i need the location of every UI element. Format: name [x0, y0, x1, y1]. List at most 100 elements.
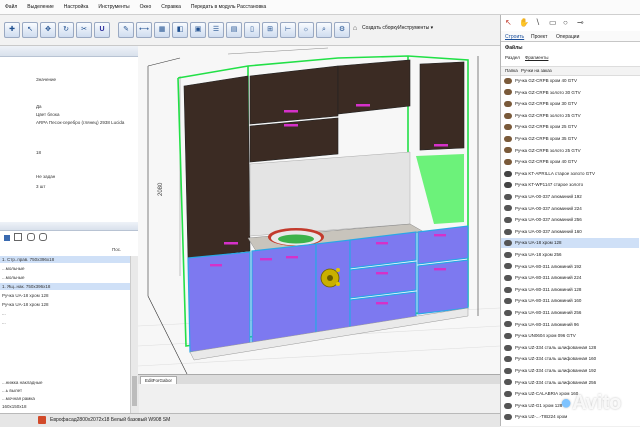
- hand-icon[interactable]: ✋: [519, 18, 529, 27]
- arrow-icon[interactable]: ↖: [505, 18, 512, 27]
- cut-icon[interactable]: ✂: [76, 22, 92, 38]
- handle-list-item[interactable]: Ручка UA-00-337 алюминий 224: [501, 204, 639, 214]
- handle-list-item[interactable]: Ручка UA-00-337 алюминий 160: [501, 227, 639, 237]
- tree-bottom-row[interactable]: ...мочная рамка: [0, 395, 132, 402]
- handle-list-item[interactable]: Ручка UA-80-311 алюминий 256: [501, 308, 639, 318]
- ruler-icon[interactable]: ⟷: [136, 22, 152, 38]
- panel-icon[interactable]: ▦: [154, 22, 170, 38]
- line-icon[interactable]: ∖: [535, 18, 540, 27]
- open-shelf[interactable]: [416, 154, 464, 224]
- menu-file[interactable]: Файл: [0, 4, 22, 10]
- create-assembly-button[interactable]: Создать сборку: [362, 25, 398, 31]
- grid-icon[interactable]: ⊞: [262, 22, 278, 38]
- crumb-handles[interactable]: Ручки на заказ: [521, 68, 552, 73]
- 3d-viewport[interactable]: 2080 800 600: [138, 46, 500, 384]
- prop-material[interactable]: ARPA Песок-серебро (глянец) 2938 Lucida: [36, 120, 124, 125]
- handle-list-item[interactable]: Ручка UZ-334 сталь шлифованная 128: [501, 343, 639, 353]
- handle-list-item[interactable]: Ручка UZ-334 сталь шлифованная 160: [501, 354, 639, 364]
- move-icon[interactable]: ✥: [40, 22, 56, 38]
- subtab-fragments[interactable]: Фрагменты: [525, 55, 548, 60]
- drawer-icon[interactable]: ▤: [226, 22, 242, 38]
- tree-bottom-row[interactable]: 160x150x18: [0, 403, 132, 410]
- tree-add-icon[interactable]: [4, 235, 10, 241]
- prop-not-set[interactable]: Не задан: [36, 174, 55, 179]
- menu-window[interactable]: Окно: [135, 4, 157, 10]
- box-icon[interactable]: ▣: [190, 22, 206, 38]
- new-icon[interactable]: ✚: [4, 22, 20, 38]
- tree-row[interactable]: 1. Ящ..нак. 750x396x18: [0, 283, 132, 290]
- base-cabinet-3[interactable]: [315, 239, 351, 337]
- circle-icon[interactable]: ○: [563, 18, 568, 27]
- tree-row[interactable]: ...мольные: [0, 274, 132, 281]
- tree-row[interactable]: Ручка UA-18 хром 128: [0, 292, 132, 299]
- handle-list-item[interactable]: Ручка KT-APRILLA старое золото GTV: [501, 169, 639, 179]
- subtab-section[interactable]: Раздел: [505, 55, 520, 60]
- upper-right-top-cabinet[interactable]: [337, 59, 411, 115]
- tab-project[interactable]: Проект: [531, 34, 547, 40]
- tab-build[interactable]: Строить: [505, 34, 524, 40]
- tree-row[interactable]: Ручка UA-18 хром 128: [0, 301, 132, 308]
- menu-send-to-placement[interactable]: Передать в модуль Расстановка: [186, 4, 271, 10]
- menu-settings[interactable]: Настройка: [59, 4, 94, 10]
- handle-list-item[interactable]: Ручка UA-00-337 алюминий 256: [501, 215, 639, 225]
- tree-row[interactable]: ...мольные: [0, 265, 132, 272]
- tall-right-cabinet[interactable]: [419, 61, 465, 151]
- cube-icon[interactable]: ◧: [172, 22, 188, 38]
- prop-yes[interactable]: Да: [36, 104, 42, 109]
- menu-tools[interactable]: Инструменты: [93, 4, 134, 10]
- tree-filter-icon[interactable]: [26, 233, 35, 241]
- handle-list-item[interactable]: Ручка GZ-CRPB хром 40 GTV: [501, 76, 639, 86]
- pencil-icon[interactable]: ✎: [118, 22, 134, 38]
- tab-operations[interactable]: Операции: [556, 34, 579, 40]
- select-icon[interactable]: ↖: [22, 22, 38, 38]
- prop-count[interactable]: 3 шт: [36, 184, 45, 189]
- layers-icon[interactable]: ☰: [208, 22, 224, 38]
- handle-list-item[interactable]: Ручка UA-80-311 алюминий 160: [501, 296, 639, 306]
- menu-help[interactable]: Справка: [156, 4, 186, 10]
- prop-thickness[interactable]: 18: [36, 150, 41, 155]
- crumb-folder[interactable]: Папка: [505, 68, 518, 73]
- handle-list-item[interactable]: Ручка UZ-334 сталь шлифованная 256: [501, 378, 639, 388]
- handle-list-item[interactable]: Ручка UA-80-311 алюминий 224: [501, 273, 639, 283]
- light-icon[interactable]: ☼: [298, 22, 314, 38]
- handle-list-item[interactable]: Ручка UA-18 хром 256: [501, 250, 639, 260]
- handle-list-item[interactable]: Ручка GZ-CRPB хром 25 GTV: [501, 122, 639, 132]
- handle-list-item[interactable]: Ручка GZ-CRPB хром 40 GTV: [501, 157, 639, 167]
- handle-list-item[interactable]: Ручка UZ-334 сталь шлифованная 192: [501, 366, 639, 376]
- tree-view-icon[interactable]: [14, 233, 23, 241]
- tree-row[interactable]: ...: [0, 310, 132, 317]
- assembly-icon[interactable]: ⌂: [350, 22, 360, 36]
- handle-list-item[interactable]: Ручка GZ-CRPB хром 35 GTV: [501, 134, 639, 144]
- upper-left-cabinet[interactable]: [183, 75, 251, 259]
- tree-row[interactable]: ...: [0, 319, 132, 326]
- handle-list-item[interactable]: Ручка UA-80-311 алюминий 96: [501, 320, 639, 330]
- tree-bottom-row[interactable]: ...ь вылет: [0, 387, 132, 394]
- base-cabinet-1[interactable]: [187, 251, 251, 353]
- handle-list-item[interactable]: Ручка KT-WP1147 старое золото: [501, 180, 639, 190]
- handle-icon[interactable]: ⊢: [280, 22, 296, 38]
- handle-list-item[interactable]: Ручка UA-18 хром 128: [501, 238, 639, 248]
- rotate-icon[interactable]: ↻: [58, 22, 74, 38]
- handle-list-item[interactable]: Ручка UA-00-337 алюминий 192: [501, 192, 639, 202]
- settings-icon[interactable]: ⚙: [334, 22, 350, 38]
- search-icon[interactable]: ⌕: [316, 22, 332, 38]
- menu-selection[interactable]: Выделение: [22, 4, 59, 10]
- u-shape-icon[interactable]: U: [94, 22, 110, 38]
- kitchen-3d-model[interactable]: 2080 800 600: [138, 46, 500, 384]
- rectangle-icon[interactable]: ▭: [549, 18, 557, 27]
- viewport-tab[interactable]: EditForGabor: [140, 376, 178, 384]
- tree-row[interactable]: 1. Стр..прав. 750x396x18: [0, 256, 132, 263]
- node-icon[interactable]: ⊸: [577, 18, 584, 27]
- taskbar-item[interactable]: Еврофасад2800x2072x18 Белый базовый W908…: [50, 417, 170, 423]
- drawer-right-top[interactable]: [417, 225, 469, 265]
- handle-list-item[interactable]: Ручка GZ-CRPB золото 30 GTV: [501, 88, 639, 98]
- tree-bottom-row[interactable]: ...нижка накладные: [0, 379, 132, 386]
- upper-mid-top-cabinet[interactable]: [249, 65, 339, 125]
- prop-block-color[interactable]: Цвет блока: [36, 112, 59, 117]
- handle-list-item[interactable]: Ручка UA-80-311 алюминий 192: [501, 262, 639, 272]
- tree-search-icon[interactable]: [39, 233, 48, 241]
- handle-list-item[interactable]: Ручка GZ-CRPB золото 25 GTV: [501, 146, 639, 156]
- tools-dropdown[interactable]: Инструменты ▾: [398, 25, 433, 31]
- handle-list-item[interactable]: Ручка GZ-CRPB хром 30 GTV: [501, 99, 639, 109]
- handle-list-item[interactable]: Ручка UA-80-311 алюминий 128: [501, 285, 639, 295]
